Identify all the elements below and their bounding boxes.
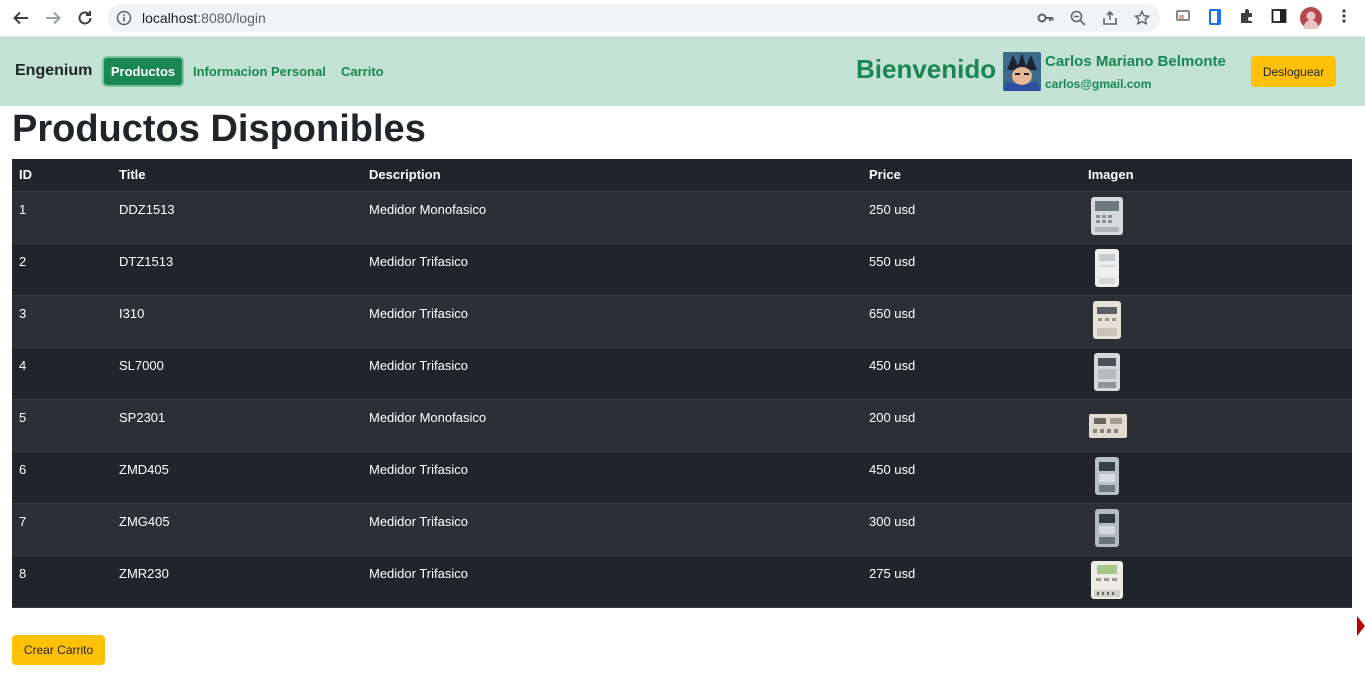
table-row: 3 I310 Medidor Trifasico 650 usd (12, 295, 1352, 348)
cell-price: 275 usd (862, 555, 1081, 608)
table-row: 4 SL7000 Medidor Trifasico 450 usd (12, 347, 1352, 400)
menu-dots-icon[interactable] (1336, 8, 1352, 28)
meter-icon (1090, 560, 1124, 603)
user-avatar (1003, 52, 1041, 91)
cell-price: 550 usd (862, 243, 1081, 296)
header-id: ID (12, 159, 112, 192)
user-email: carlos@gmail.com (1045, 77, 1152, 91)
zoom-icon[interactable] (1070, 10, 1086, 30)
share-icon[interactable] (1102, 10, 1118, 30)
table-header-row: ID Title Description Price Imagen (12, 159, 1352, 192)
cell-price: 300 usd (862, 503, 1081, 556)
nav-link-informacion-personal[interactable]: Informacion Personal (193, 64, 326, 79)
cell-price: 200 usd (862, 399, 1081, 452)
products-table: ID Title Description Price Imagen 1 DDZ1… (12, 159, 1352, 608)
cell-description: Medidor Trifasico (362, 503, 862, 556)
cell-image (1081, 451, 1352, 504)
app-navbar: Engenium Productos Informacion Personal … (0, 37, 1365, 106)
url-text: localhost:8080/login (142, 4, 266, 32)
cell-title: DTZ1513 (112, 243, 362, 296)
star-icon[interactable] (1133, 9, 1151, 30)
header-title: Title (112, 159, 362, 192)
url-host: localhost (142, 10, 198, 26)
cell-description: Medidor Trifasico (362, 243, 862, 296)
cell-id: 7 (12, 503, 112, 556)
welcome-heading: Bienvenido (856, 54, 997, 84)
cell-image (1081, 243, 1352, 296)
page-title: Productos Disponibles (12, 108, 426, 150)
table-row: 8 ZMR230 Medidor Trifasico 275 usd (12, 555, 1352, 608)
cell-description: Medidor Trifasico (362, 347, 862, 400)
cell-image (1081, 503, 1352, 556)
address-bar[interactable]: localhost:8080/login (107, 4, 1160, 32)
table-row: 7 ZMG405 Medidor Trifasico 300 usd (12, 503, 1352, 556)
cell-image (1081, 191, 1352, 244)
table-row: 5 SP2301 Medidor Monofasico 200 usd (12, 399, 1352, 452)
table-row: 1 DDZ1513 Medidor Monofasico 250 usd (12, 191, 1352, 244)
cell-title: ZMR230 (112, 555, 362, 608)
nav-link-productos[interactable]: Productos (102, 56, 184, 87)
user-name: Carlos Mariano Belmonte (1045, 53, 1226, 70)
back-icon[interactable] (10, 7, 32, 29)
header-price: Price (862, 159, 1081, 192)
info-icon[interactable] (116, 10, 132, 30)
extension-doc-icon[interactable] (1207, 8, 1223, 30)
cell-price: 650 usd (862, 295, 1081, 348)
brand-logo[interactable]: Engenium (15, 62, 92, 80)
table-row: 2 DTZ1513 Medidor Trifasico 550 usd (12, 243, 1352, 296)
cell-price: 250 usd (862, 191, 1081, 244)
cell-id: 3 (12, 295, 112, 348)
key-icon[interactable] (1037, 10, 1055, 30)
cell-image (1081, 399, 1352, 452)
cell-id: 5 (12, 399, 112, 452)
cell-id: 4 (12, 347, 112, 400)
cell-title: ZMD405 (112, 451, 362, 504)
reload-icon[interactable] (74, 7, 96, 29)
cell-description: Medidor Monofasico (362, 399, 862, 452)
cell-id: 8 (12, 555, 112, 608)
cell-title: ZMG405 (112, 503, 362, 556)
cell-title: I310 (112, 295, 362, 348)
header-description: Description (362, 159, 862, 192)
mouse-cursor-icon (1357, 616, 1365, 640)
create-cart-button[interactable]: Crear Carrito (12, 635, 105, 665)
meter-icon (1093, 456, 1121, 499)
cell-description: Medidor Trifasico (362, 555, 862, 608)
cell-description: Medidor Monofasico (362, 191, 862, 244)
meter-icon (1094, 248, 1120, 291)
cell-title: DDZ1513 (112, 191, 362, 244)
cell-description: Medidor Trifasico (362, 295, 862, 348)
browser-toolbar: localhost:8080/login (0, 0, 1365, 37)
forward-icon[interactable] (42, 7, 64, 29)
cell-description: Medidor Trifasico (362, 451, 862, 504)
profile-avatar[interactable] (1300, 7, 1322, 34)
cell-title: SL7000 (112, 347, 362, 400)
cell-image (1081, 295, 1352, 348)
cell-image (1081, 555, 1352, 608)
sidepanel-icon[interactable] (1271, 8, 1287, 28)
meter-icon (1092, 300, 1122, 343)
nav-link-carrito[interactable]: Carrito (341, 64, 384, 79)
url-path: :8080/login (197, 10, 266, 26)
header-imagen: Imagen (1081, 159, 1352, 192)
meter-icon (1093, 508, 1121, 551)
meter-icon (1093, 352, 1121, 395)
cell-image (1081, 347, 1352, 400)
cell-id: 1 (12, 191, 112, 244)
cell-price: 450 usd (862, 451, 1081, 504)
meter-icon (1088, 404, 1128, 447)
cell-id: 2 (12, 243, 112, 296)
table-row: 6 ZMD405 Medidor Trifasico 450 usd (12, 451, 1352, 504)
cell-title: SP2301 (112, 399, 362, 452)
logout-button[interactable]: Desloguear (1251, 56, 1336, 87)
puzzle-icon[interactable] (1239, 8, 1255, 28)
cell-id: 6 (12, 451, 112, 504)
cell-price: 450 usd (862, 347, 1081, 400)
cast-icon[interactable] (1175, 8, 1191, 28)
meter-icon (1090, 196, 1124, 239)
